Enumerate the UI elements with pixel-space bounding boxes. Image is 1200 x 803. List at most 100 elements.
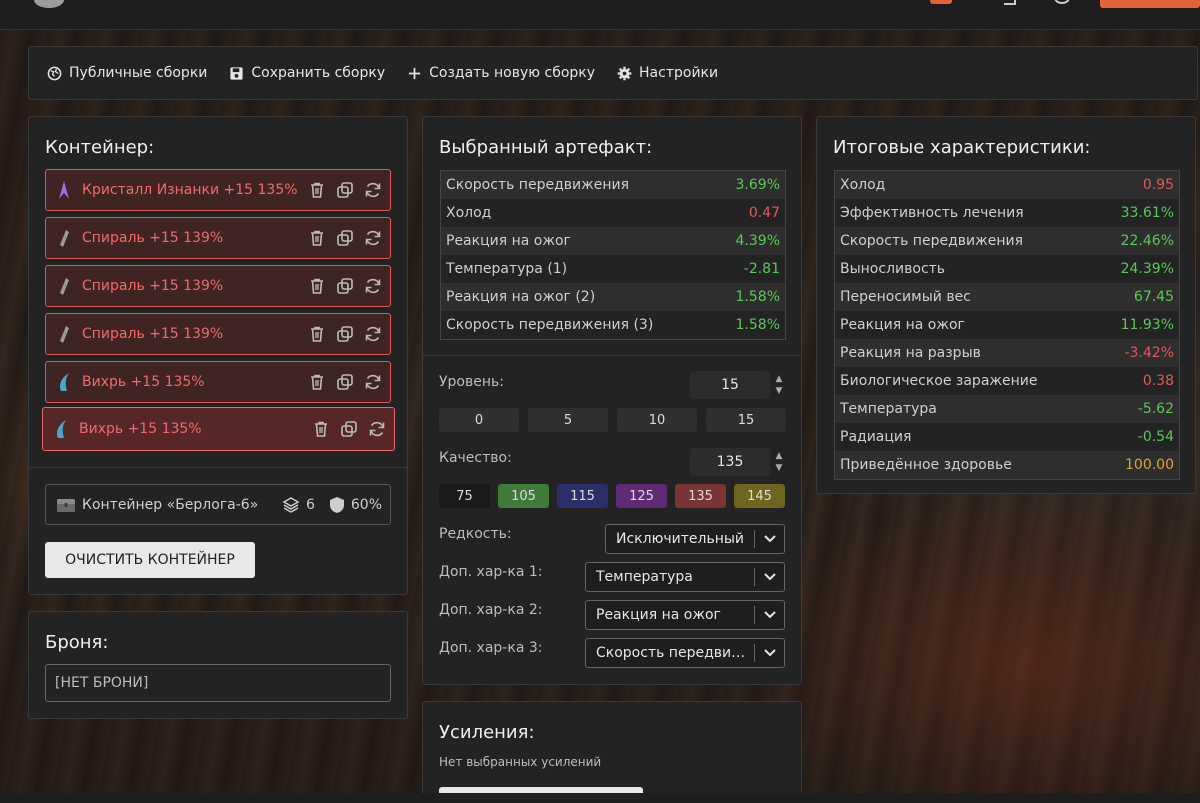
stat-value: 3.69% [735, 177, 780, 193]
quality-stepper[interactable]: ▲ ▼ [773, 450, 785, 474]
copy-icon [337, 182, 353, 198]
artifact-row[interactable]: Спираль +15 139% [45, 265, 391, 307]
quality-input[interactable]: 135 [690, 448, 770, 476]
extra2-label: Доп. хар-ка 2: [439, 602, 543, 618]
replace-artifact-button[interactable] [364, 373, 382, 391]
stat-name: Эффективность лечения [840, 205, 1024, 221]
new-build-button[interactable]: Создать новую сборку [407, 65, 595, 81]
quality-preset-button[interactable]: 145 [734, 484, 785, 508]
copy-artifact-button[interactable] [336, 325, 354, 343]
replace-artifact-button[interactable] [364, 181, 382, 199]
stat-name: Температура [840, 401, 937, 417]
artifact-row[interactable]: Спираль +15 139% [45, 217, 391, 259]
total-stats-title: Итоговые характеристики: [833, 137, 1091, 158]
stat-value: 11.93% [1120, 317, 1174, 333]
copy-icon [337, 230, 353, 246]
public-builds-button[interactable]: Публичные сборки [47, 65, 207, 81]
quality-preset-button[interactable]: 125 [616, 484, 667, 508]
extra3-select[interactable]: Скорость передвижения [585, 638, 785, 668]
stat-row: Радиация -0.54 [835, 423, 1179, 451]
container-title: Контейнер: [45, 137, 155, 158]
plus-icon [408, 67, 421, 79]
chevron-down-icon [755, 573, 784, 581]
extra1-select[interactable]: Температура [585, 562, 785, 592]
total-stats-panel: Итоговые характеристики: Холод 0.95 Эффект… [816, 116, 1196, 494]
replace-artifact-button[interactable] [368, 420, 386, 438]
stat-name: Реакция на разрыв [840, 345, 981, 361]
stat-value: 4.39% [735, 233, 780, 249]
quality-preset-button[interactable]: 105 [498, 484, 549, 508]
artifact-row[interactable]: Кристалл Изнанки +15 135% [45, 169, 391, 211]
copy-artifact-button[interactable] [336, 229, 354, 247]
container-selector[interactable]: Контейнер «Берлога-6» 6 60% [45, 484, 391, 525]
stat-row: Реакция на ожог (2) 1.58% [441, 283, 785, 311]
armor-title: Броня: [45, 632, 109, 653]
copy-artifact-button[interactable] [336, 181, 354, 199]
delete-artifact-button[interactable] [308, 325, 326, 343]
replace-artifact-button[interactable] [364, 277, 382, 295]
quality-preset-button[interactable]: 75 [439, 484, 490, 508]
copy-artifact-button[interactable] [336, 373, 354, 391]
delete-artifact-button[interactable] [312, 420, 330, 438]
level-preset-button[interactable]: 5 [528, 408, 608, 432]
stat-row: Переносимый вес 67.45 [835, 283, 1179, 311]
login-button[interactable] [1100, 0, 1200, 8]
stat-name: Реакция на ожог [840, 317, 965, 333]
refresh-icon [365, 374, 381, 390]
artifact-name: Спираль +15 139% [82, 230, 224, 246]
refresh-icon [365, 278, 381, 294]
selected-stats-table: Скорость передвижения 3.69% Холод 0.47 Реакц… [440, 170, 786, 340]
chevron-down-icon [755, 535, 784, 543]
replace-artifact-button[interactable] [364, 325, 382, 343]
quality-preset-button[interactable]: 115 [557, 484, 608, 508]
quality-preset-button[interactable]: 135 [675, 484, 726, 508]
spiral-icon [60, 278, 69, 295]
logo-icon[interactable] [34, 0, 64, 8]
clear-container-button[interactable]: ОЧИСТИТЬ КОНТЕЙНЕР [45, 542, 255, 578]
quality-label: Качество: [439, 450, 512, 466]
container-name: Контейнер «Берлога-6» [82, 496, 259, 513]
delete-artifact-button[interactable] [308, 373, 326, 391]
selected-artifact-panel: Выбранный артефакт: Скорость передвижени… [422, 116, 802, 685]
stat-name: Холод [446, 205, 492, 221]
floppy-icon [230, 66, 243, 80]
armor-selector[interactable]: [НЕТ БРОНИ] [45, 664, 391, 702]
save-build-button[interactable]: Сохранить сборку [229, 65, 385, 81]
refresh-icon [365, 230, 381, 246]
replace-artifact-button[interactable] [364, 229, 382, 247]
stat-value: 0.38 [1142, 373, 1174, 389]
stat-value: -3.42% [1124, 345, 1174, 361]
notification-icon[interactable] [930, 0, 952, 4]
copy-artifact-button[interactable] [336, 277, 354, 295]
settings-button[interactable]: Настройки [617, 65, 718, 81]
level-preset-button[interactable]: 15 [706, 408, 786, 432]
spiral-icon [60, 326, 69, 343]
copy-artifact-button[interactable] [340, 420, 358, 438]
globe-icon[interactable] [1054, 0, 1070, 4]
total-stats-table: Холод 0.95 Эффективность лечения 33.61% Скор… [834, 170, 1180, 480]
trash-icon [311, 374, 323, 390]
artifact-row[interactable]: Спираль +15 139% [45, 313, 391, 355]
stat-value: 1.58% [735, 289, 780, 305]
copy-icon [337, 326, 353, 342]
level-preset-button[interactable]: 10 [617, 408, 697, 432]
artifact-row[interactable]: Вихрь +15 135% [42, 407, 395, 451]
artifact-row[interactable]: Вихрь +15 135% [45, 361, 391, 403]
rarity-select[interactable]: Исключительный [605, 524, 785, 554]
stat-row: Реакция на ожог 4.39% [441, 227, 785, 255]
level-input[interactable]: 15 [690, 371, 770, 399]
settings-label: Настройки [639, 65, 719, 81]
stat-value: 0.95 [1142, 177, 1174, 193]
stat-value: 24.39% [1120, 261, 1174, 277]
extra2-select[interactable]: Реакция на ожог [585, 600, 785, 630]
delete-artifact-button[interactable] [308, 229, 326, 247]
delete-artifact-button[interactable] [308, 181, 326, 199]
stat-value: -5.62 [1137, 401, 1174, 417]
stat-name: Радиация [840, 429, 912, 445]
shield-icon [329, 496, 344, 513]
search-icon[interactable] [1004, 0, 1016, 5]
level-stepper[interactable]: ▲ ▼ [773, 373, 785, 397]
level-preset-button[interactable]: 0 [439, 408, 519, 432]
delete-artifact-button[interactable] [308, 277, 326, 295]
stat-row: Реакция на разрыв -3.42% [835, 339, 1179, 367]
